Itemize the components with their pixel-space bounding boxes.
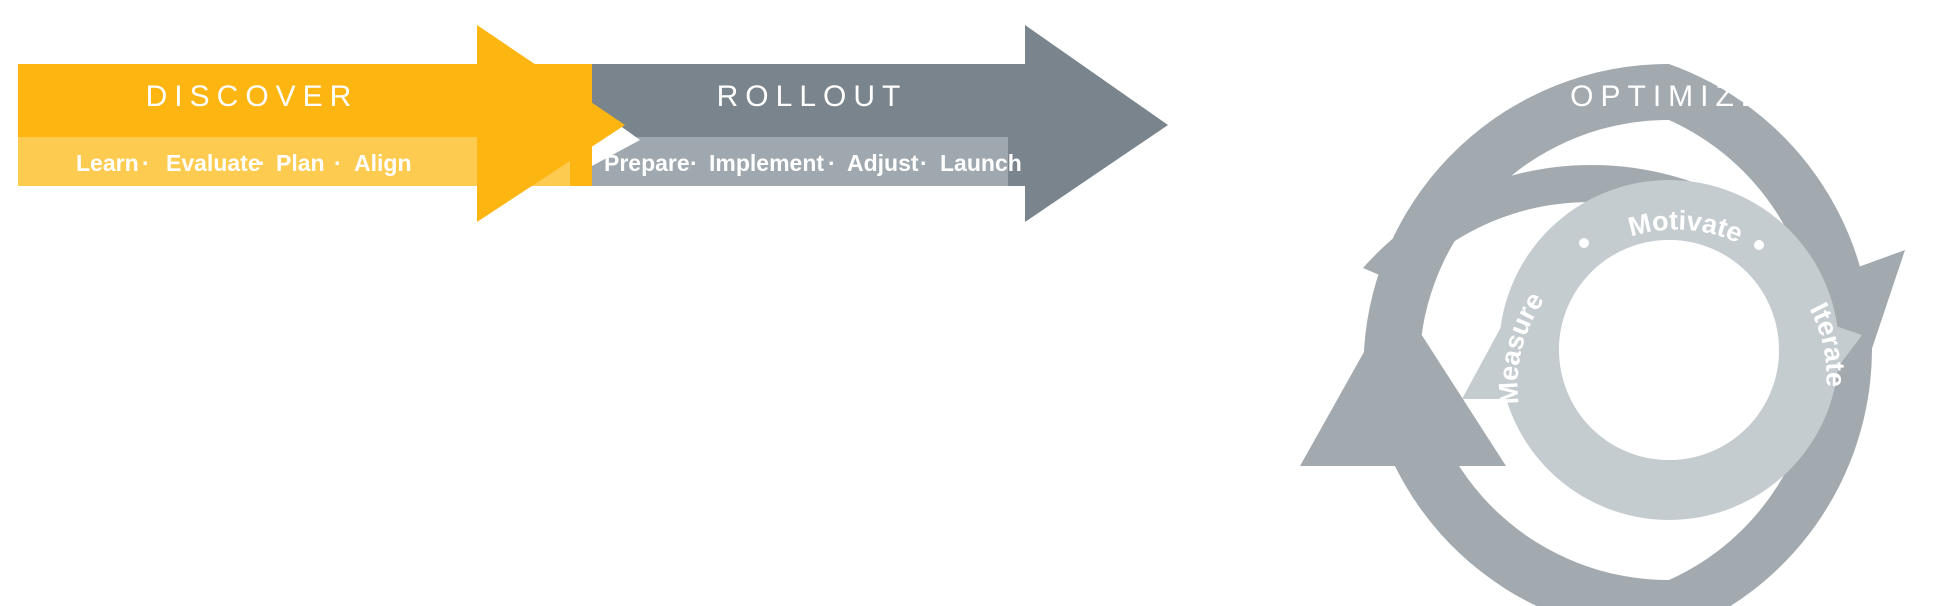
rollout-steps: Prepare · Implement · Adjust · Launch: [604, 150, 1022, 176]
rollout-arrow-head: [1025, 25, 1168, 222]
optimize-hub: [1559, 240, 1779, 460]
discover-separator-2: ·: [258, 150, 266, 176]
phase-rollout: ROLLOUT Prepare · Implement · Adjust · L…: [590, 20, 1185, 230]
rollout-separator-1: ·: [690, 150, 698, 176]
discover-step-evaluate: Evaluate: [166, 150, 261, 176]
rollout-step-prepare: Prepare: [604, 150, 690, 176]
optimize-separator-dot-2: [1754, 240, 1764, 250]
phase-discover: DISCOVER Learn · Evaluate · Plan · Align: [18, 18, 640, 232]
rollout-separator-3: ·: [920, 150, 928, 176]
rollout-step-launch: Launch: [940, 150, 1022, 176]
optimize-separator-dot-1: [1579, 238, 1589, 248]
rollout-separator-2: ·: [828, 150, 836, 176]
rollout-title: ROLLOUT: [717, 80, 908, 113]
discover-title: DISCOVER: [146, 80, 359, 113]
discover-arrow-head: [477, 25, 625, 222]
rollout-step-implement: Implement: [709, 150, 824, 176]
process-diagram: Measure Motivate Iterate OPTIMIZE ROLLOU…: [0, 0, 1938, 606]
discover-steps: Learn · Evaluate · Plan · Align: [76, 150, 412, 176]
rollout-step-adjust: Adjust: [847, 150, 919, 176]
discover-step-align: Align: [354, 150, 412, 176]
discover-step-plan: Plan: [276, 150, 325, 176]
discover-separator-1: ·: [142, 150, 150, 176]
diagram-canvas: Measure Motivate Iterate OPTIMIZE ROLLOU…: [18, 18, 1905, 606]
phase-optimize: Measure Motivate Iterate OPTIMIZE: [1300, 63, 1905, 606]
discover-step-learn: Learn: [76, 150, 139, 176]
optimize-title: OPTIMIZE: [1570, 80, 1768, 113]
discover-separator-3: ·: [334, 150, 342, 176]
